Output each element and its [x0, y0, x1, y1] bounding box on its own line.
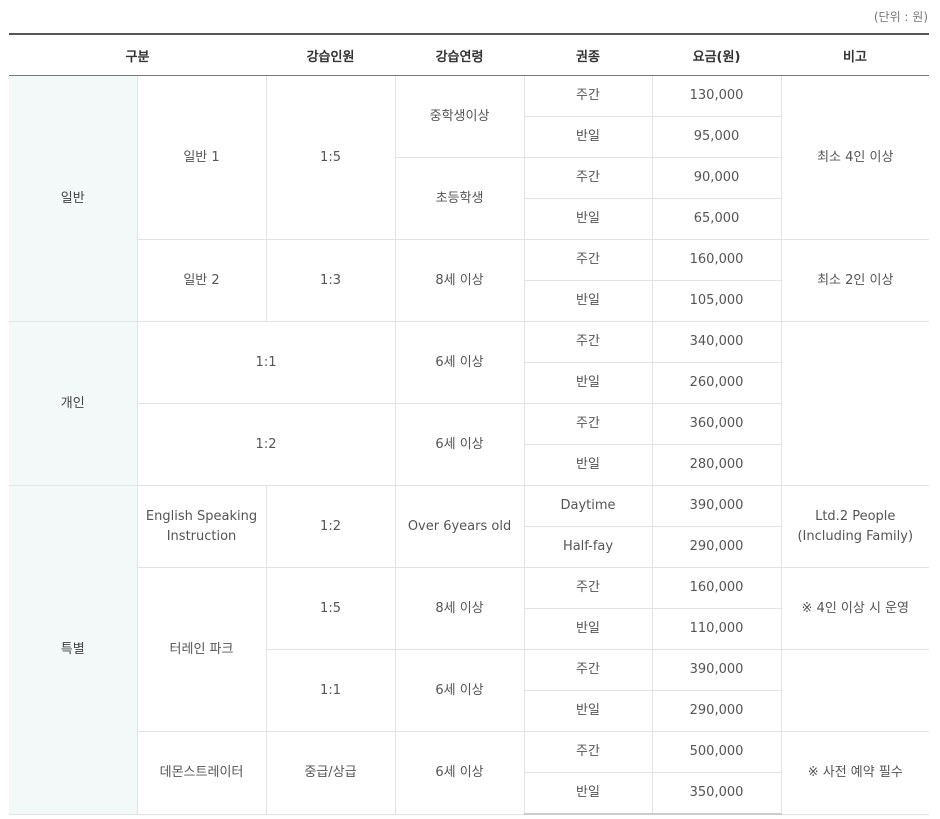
- student-ratio: 1:5: [265, 567, 396, 650]
- age-range: 8세 이상: [394, 239, 525, 322]
- category-general: 일반: [9, 75, 138, 322]
- price: 280,000: [651, 444, 782, 486]
- age-range: 6세 이상: [394, 403, 525, 486]
- ticket-type: Half-fay: [523, 526, 653, 568]
- header-age: 강습연령: [395, 33, 525, 76]
- price: 360,000: [651, 403, 782, 445]
- ticket-type: 주간: [523, 239, 653, 281]
- price: 130,000: [651, 75, 782, 117]
- age-range: Over 6years old: [394, 485, 525, 568]
- note: [780, 649, 930, 732]
- price: 105,000: [651, 280, 782, 322]
- ticket-type: Daytime: [523, 485, 653, 527]
- table-row: 데몬스트레이터 중급/상급 6세 이상 주간 500,000 ※ 사전 예약 필…: [9, 731, 930, 815]
- header-note: 비고: [781, 33, 930, 76]
- note: Ltd.2 People (Including Family): [780, 485, 930, 568]
- price: 160,000: [651, 567, 782, 609]
- student-ratio: 1:2: [136, 403, 396, 486]
- student-ratio: 1:1: [265, 649, 396, 732]
- age-range: 중학생이상: [394, 75, 525, 158]
- student-ratio: 1:2: [265, 485, 396, 568]
- price: 290,000: [651, 690, 782, 732]
- table-row: 일반 일반 1 1:5 중학생이상 주간 130,000 최소 4인 이상: [9, 75, 930, 322]
- price: 260,000: [651, 362, 782, 404]
- ticket-type: 주간: [523, 731, 653, 773]
- price: 390,000: [651, 649, 782, 691]
- ticket-type: 반일: [523, 116, 653, 158]
- course-name: English Speaking Instruction: [136, 485, 267, 568]
- course-name: 일반 2: [136, 239, 267, 322]
- table-row: 터레인 파크 1:5 8세 이상 주간 160,000 ※ 4인 이상 시 운영: [9, 567, 930, 732]
- header-category: 구분: [9, 33, 267, 76]
- ticket-type: 주간: [523, 403, 653, 445]
- header-price: 요금(원): [652, 33, 782, 76]
- fee-table: 구분 강습인원 강습연령 권종 요금(원) 비고 일반 일반 1 1:5 중학생…: [9, 33, 930, 815]
- price: 500,000: [651, 731, 782, 773]
- course-name: 데몬스트레이터: [136, 731, 267, 815]
- ticket-type: 주간: [523, 75, 653, 117]
- ticket-type: 반일: [523, 772, 653, 815]
- student-ratio: 중급/상급: [265, 731, 396, 815]
- note: [780, 321, 930, 486]
- student-ratio: 1:1: [136, 321, 396, 404]
- age-range: 6세 이상: [394, 321, 525, 404]
- age-range: 6세 이상: [394, 731, 525, 815]
- ticket-type: 주간: [523, 157, 653, 199]
- category-private: 개인: [9, 321, 138, 486]
- price: 65,000: [651, 198, 782, 240]
- ticket-type: 반일: [523, 280, 653, 322]
- ticket-type: 반일: [523, 608, 653, 650]
- price: 110,000: [651, 608, 782, 650]
- ticket-type: 주간: [523, 321, 653, 363]
- ticket-type: 반일: [523, 362, 653, 404]
- note: ※ 사전 예약 필수: [780, 731, 930, 815]
- age-range: 초등학생: [394, 157, 525, 240]
- course-name: 터레인 파크: [136, 567, 267, 732]
- header-row: 구분 강습인원 강습연령 권종 요금(원) 비고: [9, 33, 930, 76]
- price: 95,000: [651, 116, 782, 158]
- course-name: 일반 1: [136, 75, 267, 240]
- header-count: 강습인원: [266, 33, 396, 76]
- age-range: 8세 이상: [394, 567, 525, 650]
- unit-note: (단위 : 원): [873, 10, 928, 24]
- price: 290,000: [651, 526, 782, 568]
- note: ※ 4인 이상 시 운영: [780, 567, 930, 650]
- ticket-type: 반일: [523, 198, 653, 240]
- table-row: 일반 2 1:3 8세 이상 주간 160,000 최소 2인 이상: [9, 239, 930, 322]
- note: 최소 4인 이상: [780, 75, 930, 240]
- header-ticket: 권종: [524, 33, 653, 76]
- category-special: 특별: [9, 485, 138, 815]
- price: 160,000: [651, 239, 782, 281]
- ticket-type: 주간: [523, 567, 653, 609]
- note: 최소 2인 이상: [780, 239, 930, 322]
- ticket-type: 주간: [523, 649, 653, 691]
- student-ratio: 1:3: [265, 239, 396, 322]
- table-row: 개인 1:1 6세 이상 주간 340,000: [9, 321, 930, 486]
- ticket-type: 반일: [523, 690, 653, 732]
- price: 340,000: [651, 321, 782, 363]
- ticket-type: 반일: [523, 444, 653, 486]
- table-row: 특별 English Speaking Instruction 1:2 Over…: [9, 485, 930, 815]
- price: 350,000: [651, 772, 782, 815]
- price: 90,000: [651, 157, 782, 199]
- price: 390,000: [651, 485, 782, 527]
- student-ratio: 1:5: [265, 75, 396, 240]
- age-range: 6세 이상: [394, 649, 525, 732]
